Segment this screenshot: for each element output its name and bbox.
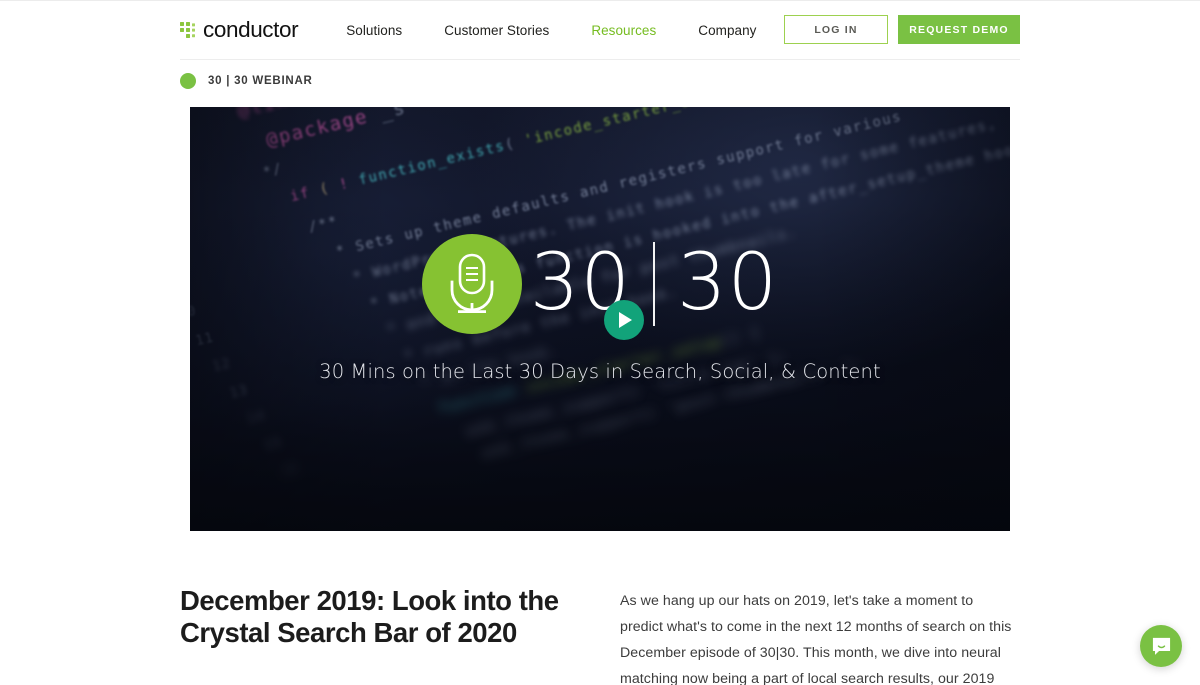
nav-item-company[interactable]: Company: [698, 23, 756, 38]
microphone-badge: [421, 233, 522, 334]
request-demo-button[interactable]: REQUEST DEMO: [898, 15, 1020, 44]
chat-bubble-icon: [1152, 637, 1170, 655]
logo[interactable]: conductor: [180, 16, 299, 42]
hero-subtitle: 30 Mins on the Last 30 Days in Search, S…: [319, 359, 881, 383]
article-title: December 2019: Look into the Crystal Sea…: [180, 585, 559, 649]
site-header: conductor Solutions Customer Stories Res…: [0, 1, 1200, 59]
article-title-column: December 2019: Look into the Crystal Sea…: [180, 585, 576, 685]
chat-launcher-button[interactable]: [1140, 625, 1182, 667]
hero-title-divider: [653, 241, 655, 326]
page-root: conductor Solutions Customer Stories Res…: [0, 0, 1200, 685]
microphone-icon: [450, 253, 494, 313]
header-actions: LOG IN REQUEST DEMO: [784, 15, 1020, 44]
play-button[interactable]: [603, 299, 644, 340]
hero-video-banner[interactable]: 5 6 7 8 9 10 11 12 13 14 15 16 @link @pa…: [190, 107, 1010, 531]
tag-dot-icon: [180, 73, 196, 89]
article-body-column: As we hang up our hats on 2019, let's ta…: [620, 585, 1020, 685]
nav-item-customer-stories[interactable]: Customer Stories: [444, 23, 549, 38]
article-section: December 2019: Look into the Crystal Sea…: [180, 531, 1020, 685]
header-inner: conductor Solutions Customer Stories Res…: [180, 1, 1020, 59]
logo-dots-icon: [180, 21, 195, 38]
nav-item-solutions[interactable]: Solutions: [346, 23, 402, 38]
nav-item-resources[interactable]: Resources: [591, 23, 656, 38]
hero-brand-row: 30 30: [421, 233, 779, 340]
article-body: As we hang up our hats on 2019, let's ta…: [620, 593, 1012, 685]
tag-label: 30 | 30 WEBINAR: [208, 75, 313, 87]
main-nav: Solutions Customer Stories Resources Com…: [346, 23, 756, 38]
play-icon: [619, 311, 633, 328]
hero-foreground: 30 30 30 Mins on the Last 30 Days in Sea…: [190, 107, 1010, 531]
logo-text: conductor: [203, 16, 299, 42]
webinar-tag[interactable]: 30 | 30 WEBINAR: [180, 60, 1020, 89]
hero-title-right: 30: [677, 237, 779, 328]
login-button[interactable]: LOG IN: [784, 15, 888, 44]
